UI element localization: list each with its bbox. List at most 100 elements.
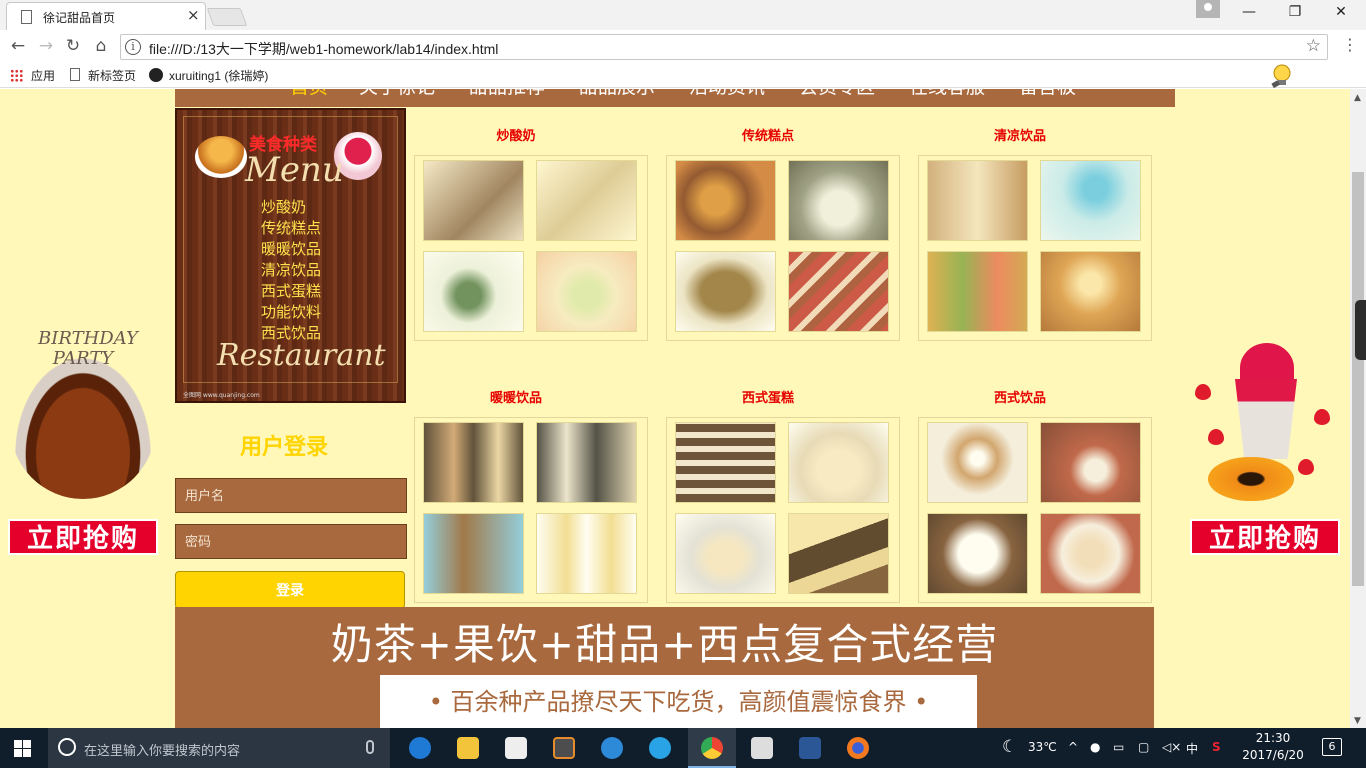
forward-button[interactable]: → [36,36,56,56]
product-image[interactable] [1040,251,1141,332]
sublime-app[interactable] [540,728,588,768]
product-image[interactable] [788,251,889,332]
qq-icon[interactable]: ● [1090,740,1100,754]
close-window-button[interactable]: ✕ [1318,4,1364,20]
nav-item-home[interactable]: 首页 [290,89,328,97]
buy-now-button-left[interactable]: 立即抢购 [8,519,158,555]
product-image[interactable] [423,422,524,503]
start-icon[interactable] [14,740,31,757]
taskbar-clock[interactable]: 21:30 2017/6/20 [1238,730,1308,764]
product-image[interactable] [536,251,637,332]
ie-app[interactable] [636,728,684,768]
product-image[interactable] [927,513,1028,594]
product-image[interactable] [1040,513,1141,594]
product-image[interactable] [1040,422,1141,503]
category-title[interactable]: 西式蛋糕 [651,387,885,406]
display-icon[interactable]: ▢ [1138,740,1149,754]
scroll-down-icon[interactable]: ▼ [1354,716,1361,726]
scroll-up-icon[interactable]: ▲ [1354,93,1361,103]
bookmark-new-tab[interactable]: 新标签页 [88,67,136,84]
category-title[interactable]: 传统糕点 [651,125,885,144]
category-title[interactable]: 炒酸奶 [399,125,633,144]
url-text[interactable]: file:///D:/13大一下学期/web1-homework/lab14/i… [149,39,498,59]
mail-app[interactable] [738,728,786,768]
category-title[interactable]: 清凉饮品 [903,125,1137,144]
password-input[interactable] [175,524,407,559]
bookmark-star-icon[interactable]: ☆ [1306,36,1321,56]
back-button[interactable]: ← [8,36,28,56]
scroll-thumb[interactable] [1352,172,1364,586]
menu-item[interactable]: 功能饮料 [261,302,321,323]
nav-item-about[interactable]: 关于徐记 [359,89,435,97]
product-image[interactable] [675,251,776,332]
moon-icon[interactable]: ☾ [1002,737,1017,757]
menu-item[interactable]: 清凉饮品 [261,260,321,281]
home-button[interactable]: ⌂ [91,36,111,56]
profile-icon[interactable] [1196,0,1220,18]
address-bar[interactable]: i file:///D:/13大一下学期/web1-homework/lab14… [120,34,1328,60]
nav-item-events[interactable]: 活动资讯 [689,89,765,97]
side-handle[interactable] [1355,300,1366,360]
product-image[interactable] [1040,160,1141,241]
menu-item[interactable]: 西式蛋糕 [261,281,321,302]
tab-close-icon[interactable]: × [187,6,200,24]
product-image[interactable] [927,251,1028,332]
apps-grid-icon[interactable] [10,69,23,82]
product-image[interactable] [675,513,776,594]
store-app[interactable] [492,728,540,768]
network-icon[interactable]: ▭ [1113,740,1124,754]
product-image[interactable] [927,422,1028,503]
word-app[interactable] [786,728,834,768]
product-image[interactable] [788,422,889,503]
product-image[interactable] [423,513,524,594]
browser-tab[interactable]: 徐记甜品首页 × [6,2,206,30]
username-input[interactable] [175,478,407,513]
notification-icon[interactable]: 6 [1322,738,1342,756]
browser-menu-icon[interactable]: ⋮ [1342,35,1358,54]
product-image[interactable] [675,422,776,503]
microphone-icon[interactable] [366,740,374,754]
tray-expand-icon[interactable]: ^ [1068,740,1078,754]
volume-icon[interactable]: ◁× [1162,740,1181,754]
buy-now-button-right[interactable]: 立即抢购 [1190,519,1340,555]
category-title[interactable]: 暖暖饮品 [399,387,633,406]
product-image[interactable] [423,160,524,241]
product-image[interactable] [536,513,637,594]
menu-item[interactable]: 暖暖饮品 [261,239,321,260]
product-image[interactable] [536,160,637,241]
cortana-icon[interactable] [58,738,76,756]
sogou-ime-icon[interactable]: S [1212,740,1221,754]
page-scrollbar[interactable]: ▲ ▼ [1350,89,1366,728]
taskbar-search-text[interactable]: 在这里输入你要搜索的内容 [84,740,240,759]
product-image[interactable] [536,422,637,503]
nav-item-recommend[interactable]: 甜品推荐 [469,89,545,97]
product-image[interactable] [675,160,776,241]
ime-indicator[interactable]: 中 [1186,740,1198,757]
nav-item-service[interactable]: 在线客服 [909,89,985,97]
menu-item[interactable]: 炒酸奶 [261,197,321,218]
product-image[interactable] [788,160,889,241]
temperature[interactable]: 33℃ [1028,740,1057,754]
nav-item-showcase[interactable]: 甜品展示 [579,89,655,97]
bookmark-github[interactable]: xuruiting1 (徐瑞婷) [169,67,268,84]
birthday-ad[interactable]: BIRTHDAY PARTY [8,311,158,506]
nav-item-members[interactable]: 会员专区 [799,89,875,97]
new-tab-button[interactable] [206,8,248,26]
explorer-app[interactable] [444,728,492,768]
minimize-button[interactable]: — [1226,4,1272,20]
taskbar-search[interactable]: 在这里输入你要搜索的内容 [48,728,390,768]
reload-button[interactable]: ↻ [63,36,83,56]
bookmark-apps[interactable]: 应用 [31,67,55,84]
product-image[interactable] [423,251,524,332]
restore-button[interactable]: ❐ [1272,4,1318,20]
category-title[interactable]: 西式饮品 [903,387,1137,406]
product-image[interactable] [788,513,889,594]
lightbulb-icon[interactable] [1270,64,1292,88]
login-button[interactable]: 登录 [175,571,405,609]
nav-item-guestbook[interactable]: 留言板 [1019,89,1076,97]
product-image[interactable] [927,160,1028,241]
edge-app[interactable] [396,728,444,768]
sogou-app[interactable] [588,728,636,768]
info-icon[interactable]: i [125,39,141,55]
chrome-app[interactable] [688,728,736,768]
